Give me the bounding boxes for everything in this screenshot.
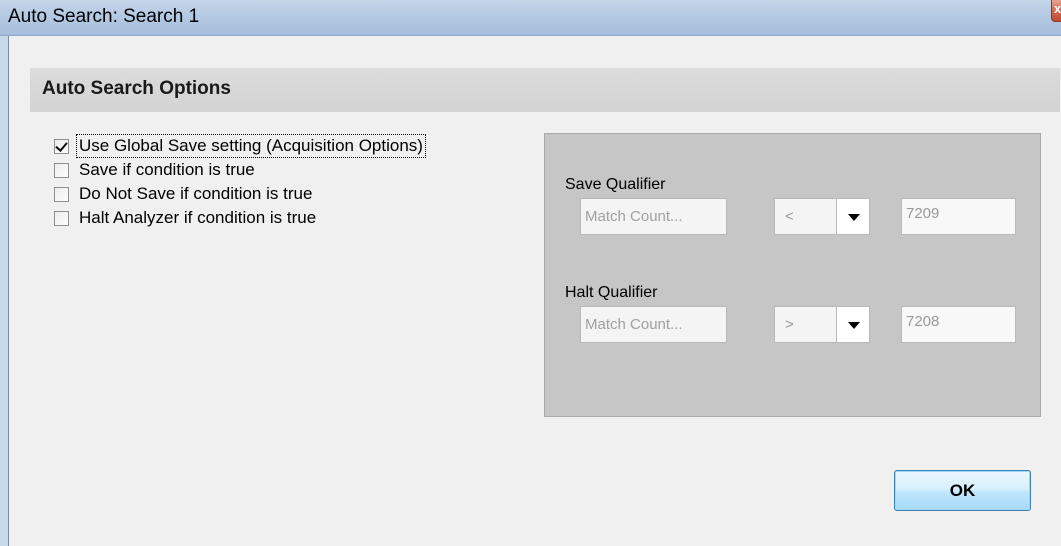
close-button[interactable]: x [1051, 0, 1061, 22]
option-label: Do Not Save if condition is true [79, 184, 313, 203]
window-frame-left [0, 36, 8, 546]
halt-qualifier-field[interactable]: Match Count... [580, 306, 727, 343]
save-qualifier-label: Save Qualifier [565, 176, 666, 193]
ok-button[interactable]: OK [894, 470, 1031, 511]
close-icon: x [1054, 1, 1061, 16]
option-do-not-save-if-true[interactable]: Do Not Save if condition is true [54, 182, 425, 206]
auto-search-dialog: Auto Search: Search 1 x Auto Search Opti… [0, 0, 1061, 546]
checkbox-checked[interactable] [54, 138, 69, 154]
title-bar[interactable]: Auto Search: Search 1 x [0, 0, 1061, 36]
option-label: Save if condition is true [79, 160, 255, 179]
halt-qualifier-label: Halt Qualifier [565, 284, 658, 301]
window-title: Auto Search: Search 1 [8, 6, 200, 27]
section-title: Auto Search Options [42, 78, 231, 99]
qualifier-panel: Save Qualifier Match Count... < 7209 Hal… [544, 133, 1041, 417]
save-qualifier-value-input[interactable]: 7209 [901, 198, 1016, 235]
chevron-down-icon [848, 214, 860, 221]
option-label: Halt Analyzer if condition is true [79, 208, 317, 227]
operator-value: < [785, 208, 794, 225]
option-label: Use Global Save setting (Acquisition Opt… [76, 134, 426, 158]
options-list: Use Global Save setting (Acquisition Opt… [54, 134, 426, 230]
operator-value: > [785, 316, 794, 333]
dropdown-button[interactable] [836, 307, 869, 342]
checkbox[interactable] [54, 162, 69, 178]
checkbox[interactable] [54, 186, 69, 202]
save-qualifier-field[interactable]: Match Count... [580, 198, 727, 235]
halt-qualifier-operator-select[interactable]: > [774, 306, 870, 343]
option-save-if-true[interactable]: Save if condition is true [54, 158, 425, 182]
checkbox[interactable] [54, 210, 69, 226]
dropdown-button[interactable] [836, 199, 869, 234]
section-header: Auto Search Options [30, 68, 1060, 112]
dialog-body: Auto Search Options Use Global Save sett… [9, 36, 1061, 546]
chevron-down-icon [848, 322, 860, 329]
option-halt-analyzer-if-true[interactable]: Halt Analyzer if condition is true [54, 206, 425, 230]
save-qualifier-operator-select[interactable]: < [774, 198, 870, 235]
halt-qualifier-value-input[interactable]: 7208 [901, 306, 1016, 343]
option-use-global-save[interactable]: Use Global Save setting (Acquisition Opt… [54, 134, 426, 158]
